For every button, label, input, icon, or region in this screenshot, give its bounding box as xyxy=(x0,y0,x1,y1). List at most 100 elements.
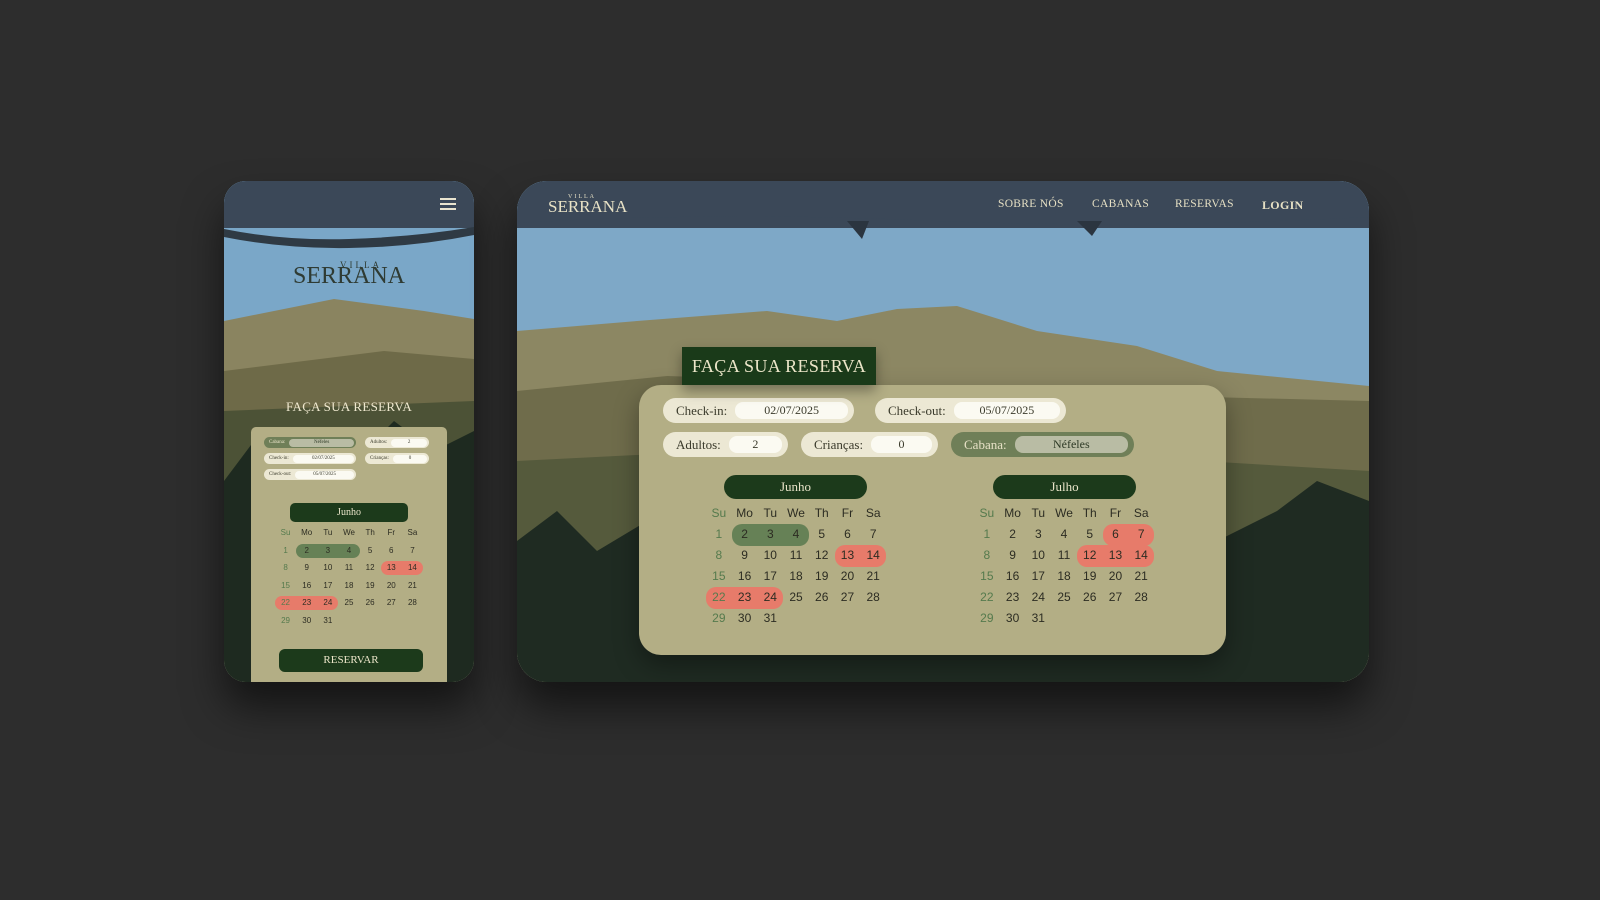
calendar-day[interactable]: 2 xyxy=(296,543,318,558)
adults-value[interactable]: 2 xyxy=(728,436,782,453)
calendar-day[interactable]: 1 xyxy=(275,544,296,558)
calendar-day[interactable]: 3 xyxy=(757,524,784,546)
calendar-day[interactable]: 31 xyxy=(1025,608,1051,630)
calendar-day[interactable]: 31 xyxy=(757,608,783,630)
calendar-day[interactable]: 19 xyxy=(360,579,381,593)
calendar-day[interactable]: 25 xyxy=(338,596,359,610)
children-value[interactable]: 0 xyxy=(871,436,932,453)
calendar-day[interactable]: 9 xyxy=(732,545,758,567)
calendar-day[interactable]: 26 xyxy=(1077,587,1103,609)
calendar-day[interactable]: 3 xyxy=(317,543,339,558)
calendar-day[interactable]: 30 xyxy=(1000,608,1026,630)
calendar-day[interactable]: 2 xyxy=(1000,524,1026,546)
calendar-day[interactable]: 13 xyxy=(834,545,861,567)
calendar-day[interactable]: 23 xyxy=(731,587,758,609)
checkin-value[interactable]: 02/07/2025 xyxy=(292,454,354,463)
nav-reservas[interactable]: RESERVAS xyxy=(1175,198,1234,210)
calendar-day[interactable]: 17 xyxy=(757,566,783,588)
calendar-day[interactable]: 18 xyxy=(338,579,359,593)
checkout-value[interactable]: 05/07/2025 xyxy=(295,470,354,479)
cabin-value[interactable]: Néfeles xyxy=(1014,436,1128,453)
adults-value[interactable]: 2 xyxy=(391,438,427,447)
calendar-day[interactable]: 20 xyxy=(835,566,861,588)
calendar-day[interactable]: 4 xyxy=(783,524,809,546)
calendar-day[interactable]: 6 xyxy=(835,524,861,546)
calendar-day[interactable]: 7 xyxy=(402,544,423,558)
calendar-day[interactable]: 16 xyxy=(296,579,317,593)
calendar-day[interactable]: 2 xyxy=(731,524,758,546)
calendar-day[interactable]: 19 xyxy=(809,566,835,588)
calendar-day[interactable]: 8 xyxy=(706,545,732,567)
calendar-day[interactable]: 8 xyxy=(974,545,1000,567)
calendar-day[interactable]: 12 xyxy=(1076,545,1103,567)
calendar-day[interactable]: 6 xyxy=(381,544,402,558)
calendar-day[interactable]: 24 xyxy=(1025,587,1051,609)
calendar-day[interactable]: 25 xyxy=(783,587,809,609)
calendar-day[interactable]: 24 xyxy=(757,587,784,609)
checkout-value[interactable]: 05/07/2025 xyxy=(953,402,1060,419)
calendar-day[interactable]: 6 xyxy=(1102,524,1129,546)
calendar-day[interactable]: 10 xyxy=(1025,545,1051,567)
calendar-day[interactable]: 29 xyxy=(974,608,1000,630)
calendar-day[interactable]: 10 xyxy=(317,561,338,575)
adults-field[interactable]: Adultos: 2 xyxy=(663,432,788,457)
calendar-day[interactable]: 4 xyxy=(338,543,360,558)
calendar-day[interactable]: 11 xyxy=(783,545,809,567)
calendar-day[interactable]: 12 xyxy=(360,561,381,575)
calendar-day[interactable]: 27 xyxy=(835,587,861,609)
calendar-day[interactable]: 30 xyxy=(732,608,758,630)
calendar-day[interactable]: 15 xyxy=(974,566,1000,588)
calendar-day[interactable]: 22 xyxy=(275,596,297,610)
checkin-value[interactable]: 02/07/2025 xyxy=(735,402,848,419)
cabin-select[interactable]: Cabana: Néfeles xyxy=(264,437,356,448)
checkout-field[interactable]: Check-out: 05/07/2025 xyxy=(264,469,356,480)
calendar-day[interactable]: 16 xyxy=(732,566,758,588)
calendar-day[interactable]: 14 xyxy=(860,545,887,567)
cabin-value[interactable]: Néfeles xyxy=(289,438,354,447)
reserve-button[interactable]: RESERVAR xyxy=(279,649,423,672)
hamburger-menu-icon[interactable] xyxy=(440,198,456,210)
calendar-day[interactable]: 21 xyxy=(1128,566,1154,588)
calendar-day[interactable]: 27 xyxy=(1103,587,1129,609)
calendar-day[interactable]: 7 xyxy=(860,524,886,546)
calendar-day[interactable]: 19 xyxy=(1077,566,1103,588)
calendar-day[interactable]: 22 xyxy=(706,587,732,609)
calendar-day[interactable]: 5 xyxy=(1077,524,1103,546)
calendar-day[interactable]: 4 xyxy=(1051,524,1077,546)
calendar-day[interactable]: 25 xyxy=(1051,587,1077,609)
calendar-day[interactable]: 31 xyxy=(317,614,338,628)
calendar-day[interactable]: 9 xyxy=(1000,545,1026,567)
calendar-day[interactable]: 20 xyxy=(1103,566,1129,588)
calendar-day[interactable]: 3 xyxy=(1025,524,1051,546)
calendar-day[interactable]: 23 xyxy=(1000,587,1026,609)
calendar-day[interactable]: 22 xyxy=(974,587,1000,609)
calendar-day[interactable]: 21 xyxy=(860,566,886,588)
calendar-day[interactable]: 5 xyxy=(360,544,381,558)
calendar-day[interactable]: 14 xyxy=(401,561,423,575)
checkin-field[interactable]: Check-in: 02/07/2025 xyxy=(264,453,356,464)
calendar-day[interactable]: 17 xyxy=(1025,566,1051,588)
calendar-day[interactable]: 23 xyxy=(296,596,318,610)
calendar-day[interactable]: 18 xyxy=(1051,566,1077,588)
calendar-day[interactable]: 9 xyxy=(296,561,317,575)
nav-sobre-nos[interactable]: SOBRE NÓS xyxy=(998,198,1064,210)
calendar-day[interactable]: 17 xyxy=(317,579,338,593)
calendar-day[interactable]: 20 xyxy=(381,579,402,593)
calendar-day[interactable]: 15 xyxy=(275,579,296,593)
checkout-field[interactable]: Check-out: 05/07/2025 xyxy=(875,398,1066,423)
calendar-day[interactable]: 16 xyxy=(1000,566,1026,588)
calendar-day[interactable]: 1 xyxy=(706,524,732,546)
calendar-day[interactable]: 14 xyxy=(1128,545,1155,567)
children-value[interactable]: 0 xyxy=(392,454,427,463)
calendar-day[interactable]: 1 xyxy=(974,524,1000,546)
children-field[interactable]: Crianças: 0 xyxy=(801,432,938,457)
calendar-day[interactable]: 13 xyxy=(380,561,402,575)
calendar-day[interactable]: 26 xyxy=(809,587,835,609)
calendar-day[interactable]: 11 xyxy=(1051,545,1077,567)
calendar-day[interactable]: 24 xyxy=(317,596,339,610)
calendar-day[interactable]: 7 xyxy=(1128,524,1155,546)
calendar-day[interactable]: 12 xyxy=(809,545,835,567)
calendar-day[interactable]: 15 xyxy=(706,566,732,588)
calendar-day[interactable]: 30 xyxy=(296,614,317,628)
adults-field[interactable]: Adultos: 2 xyxy=(365,437,429,448)
